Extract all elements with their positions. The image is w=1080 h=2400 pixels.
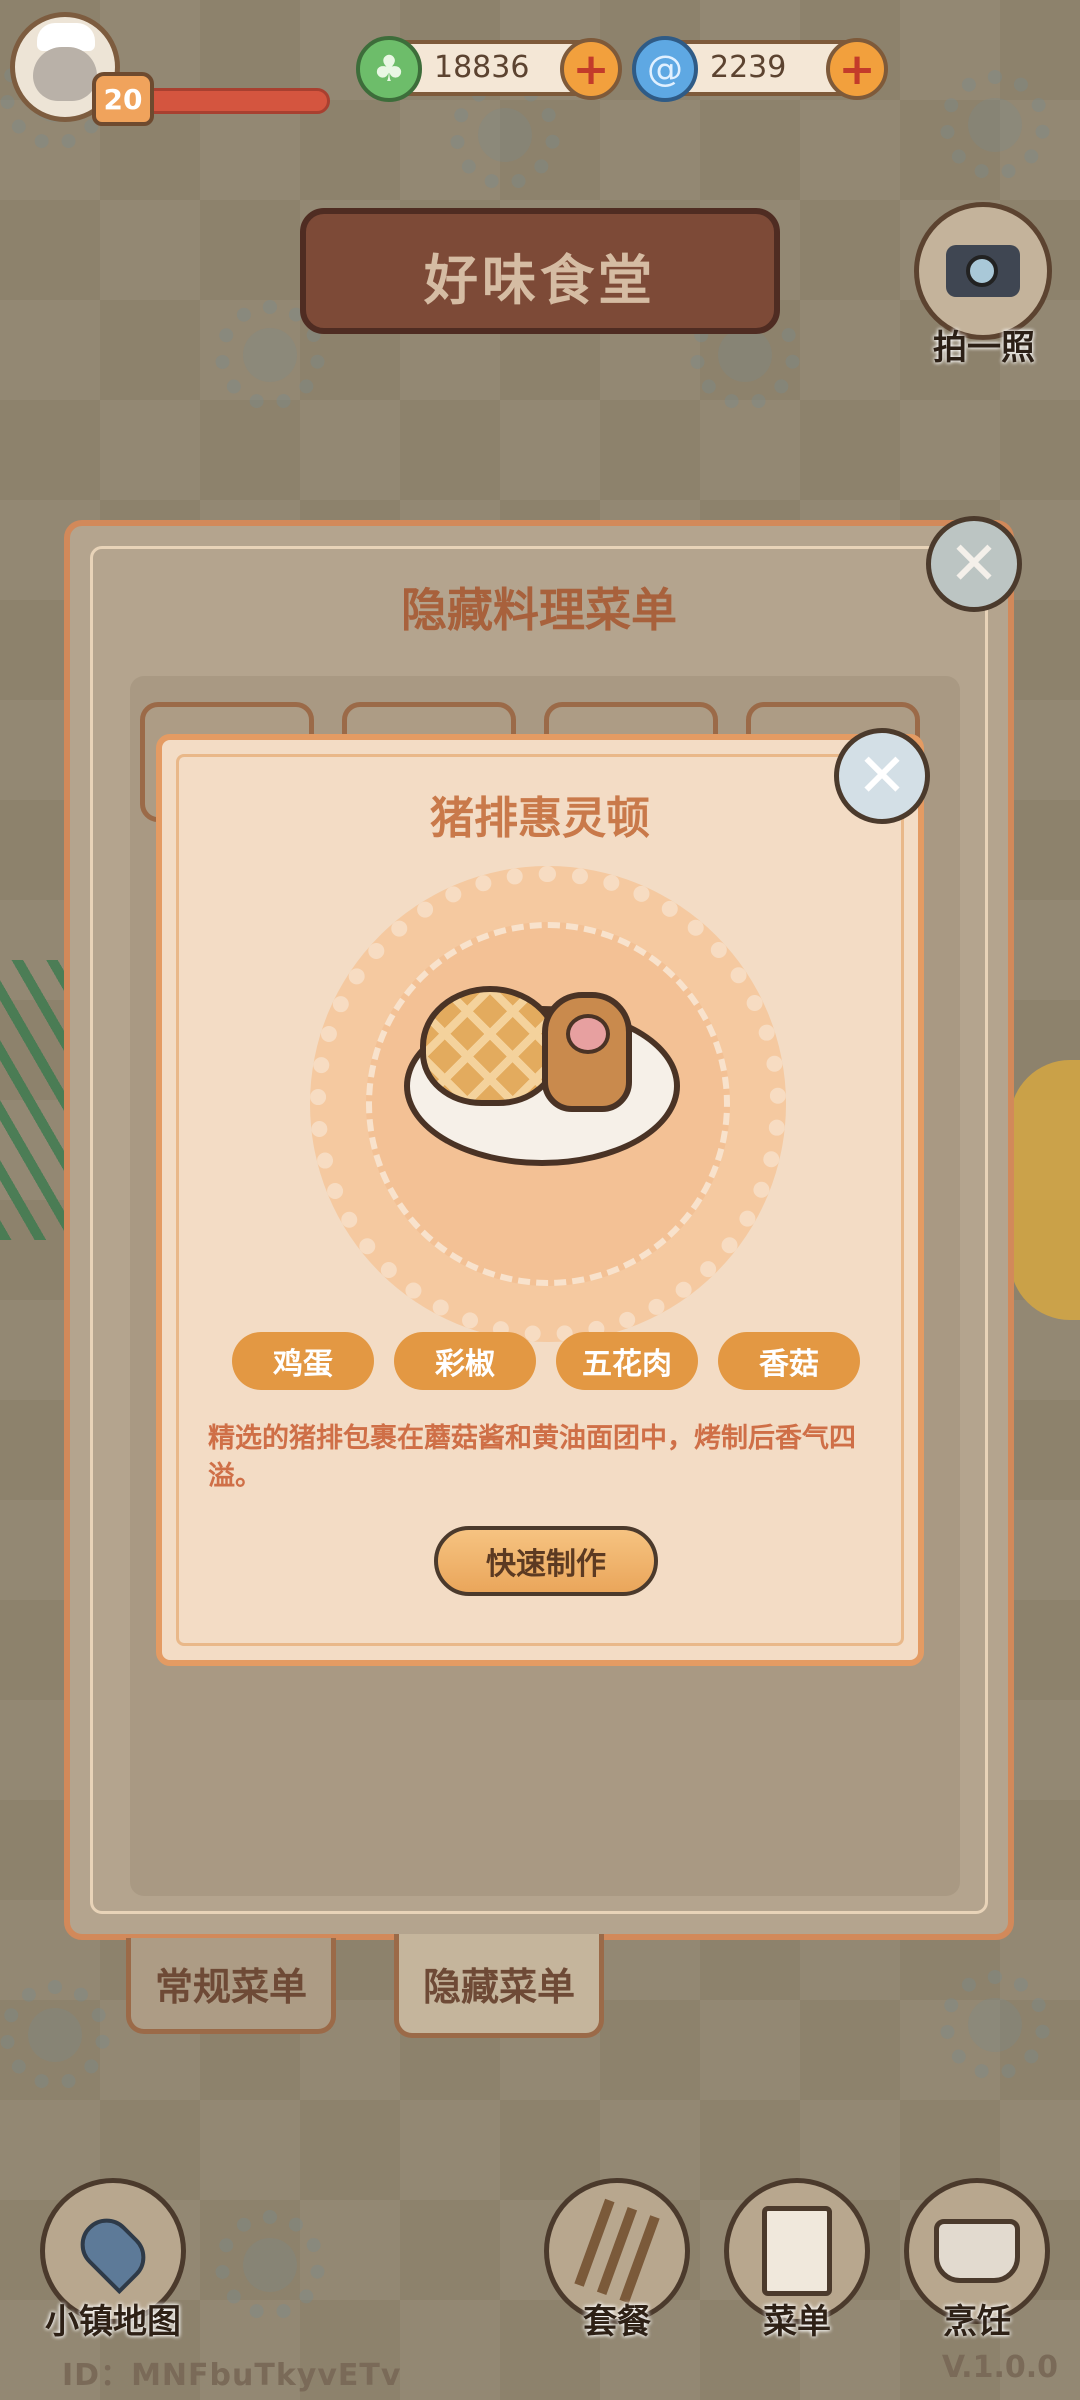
tab-regular-menu[interactable]: 常规菜单 (126, 1938, 336, 2034)
dish-detail-popup: 猪排惠灵顿 鸡蛋 彩椒 五花肉 香菇 精选的猪排包裹在蘑菇酱和黄油面团中，烤制后… (156, 734, 924, 1666)
ingredient-chip: 鸡蛋 (232, 1332, 374, 1390)
plant-decoration (0, 960, 70, 1240)
add-leaf-currency-button[interactable]: + (560, 38, 622, 100)
set-meal-label: 套餐 (583, 2302, 651, 2342)
sun-pattern (940, 70, 1050, 180)
close-detail-button[interactable]: ✕ (834, 728, 930, 824)
shop-sign: 好味食堂 (300, 208, 780, 334)
dish-description: 精选的猪排包裹在蘑菇酱和黄油面团中，烤制后香气四溢。 (208, 1423, 856, 1492)
sun-pattern (0, 1980, 110, 2090)
sun-pattern (940, 1970, 1050, 2080)
umbrella-decoration (1010, 1060, 1080, 1320)
swirl-currency-value: 2239 (710, 50, 787, 85)
ingredient-chip: 香菇 (718, 1332, 860, 1390)
app-version: V.1.0.0 (941, 2350, 1058, 2385)
clipboard-icon (762, 2206, 832, 2296)
ingredient-chip: 五花肉 (556, 1332, 698, 1390)
camera-label: 拍一照 (933, 328, 1035, 368)
cat-face-icon (33, 47, 97, 101)
shop-name: 好味食堂 (424, 249, 656, 312)
add-swirl-currency-button[interactable]: + (826, 38, 888, 100)
menu-label: 菜单 (763, 2302, 831, 2342)
swirl-icon: @ (632, 36, 698, 102)
quick-make-button[interactable]: 快速制作 (434, 1526, 658, 1596)
camera-icon (946, 245, 1020, 297)
dish-name: 猪排惠灵顿 (430, 793, 650, 844)
dish-image (310, 866, 786, 1342)
panel-title: 隐藏料理菜单 (401, 583, 677, 637)
clover-icon: ♣ (356, 36, 422, 102)
player-id: ID：MNFbuTkyvETv (62, 2358, 402, 2393)
pot-icon (934, 2219, 1020, 2283)
ingredient-chip: 彩椒 (394, 1332, 536, 1390)
wellington-slice-icon (542, 992, 632, 1112)
skewer-icon (596, 2207, 638, 2295)
experience-bar (140, 88, 330, 114)
wellington-pastry-icon (420, 986, 560, 1106)
tab-hidden-menu[interactable]: 隐藏菜单 (394, 1934, 604, 2038)
level-badge: 20 (92, 72, 154, 126)
map-pin-icon (69, 2207, 157, 2295)
town-map-label: 小镇地图 (45, 2302, 181, 2342)
cook-label: 烹饪 (943, 2302, 1011, 2342)
sun-pattern (215, 2210, 325, 2320)
leaf-currency-value: 18836 (434, 50, 530, 85)
leaf-currency: ♣ 18836 + (356, 36, 622, 102)
close-panel-button[interactable]: ✕ (926, 516, 1022, 612)
sun-pattern (450, 80, 560, 190)
swirl-currency: @ 2239 + (632, 36, 888, 102)
ingredient-list: 鸡蛋 彩椒 五花肉 香菇 (232, 1332, 860, 1390)
